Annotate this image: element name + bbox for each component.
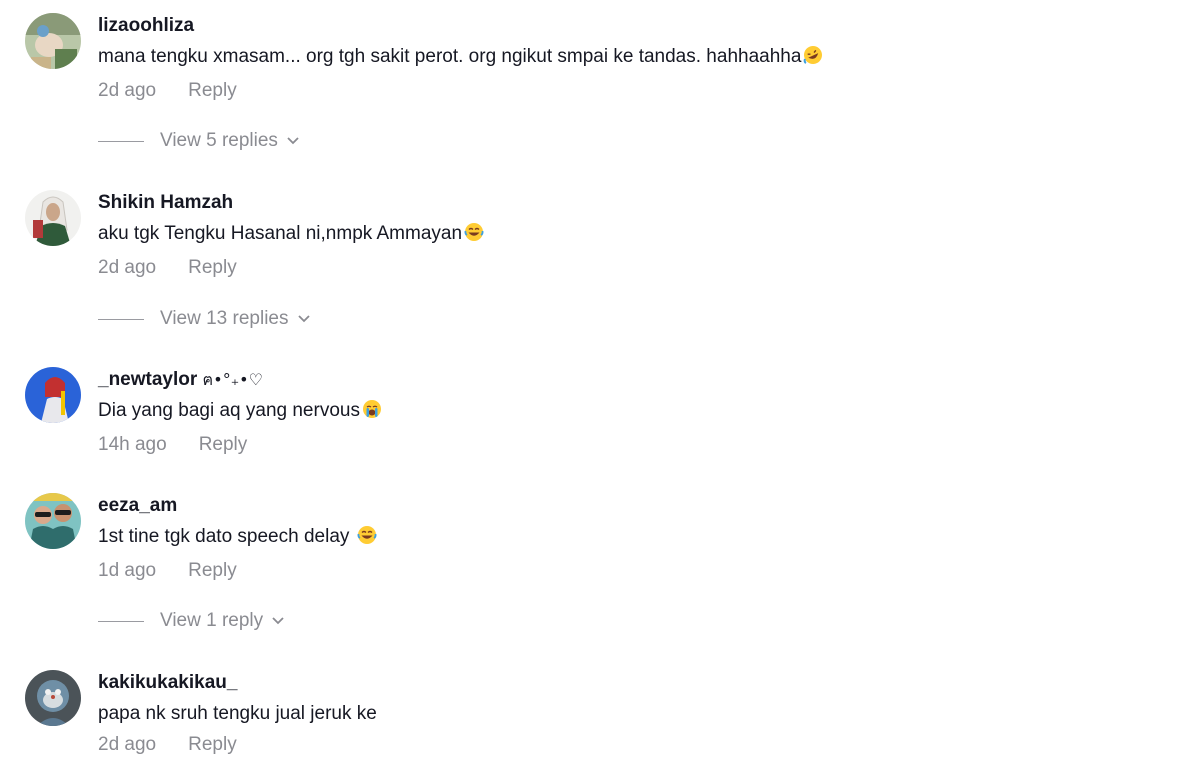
- comment-text-content: aku tgk Tengku Hasanal ni,nmpk Ammayan: [98, 223, 463, 244]
- divider-line: [98, 140, 144, 142]
- comment-username[interactable]: _newtaylor ฅ•°₊•♡: [98, 367, 1175, 393]
- view-replies-label: View 5 replies: [160, 130, 278, 151]
- comment-timestamp: 2d ago: [98, 257, 157, 278]
- chevron-down-icon: [297, 308, 311, 330]
- joy-emoji-icon: [464, 222, 484, 250]
- comment-text: mana tengku xmasam... org tgh sakit pero…: [98, 44, 1175, 73]
- username-text: _newtaylor: [98, 369, 198, 390]
- reply-button[interactable]: Reply: [199, 432, 248, 458]
- comment-username[interactable]: Shikin Hamzah: [98, 190, 1175, 216]
- comment-timestamp: 1d ago: [98, 560, 157, 581]
- comment-meta: 2d ago Reply: [98, 732, 1175, 758]
- view-replies-button[interactable]: View 1 reply: [98, 608, 285, 634]
- joy-emoji-icon: [357, 525, 377, 553]
- chevron-down-icon: [271, 610, 285, 632]
- divider-line: [98, 620, 144, 622]
- avatar[interactable]: [25, 493, 81, 549]
- comment-timestamp: 14h ago: [98, 434, 167, 455]
- avatar[interactable]: [25, 13, 81, 69]
- reply-button[interactable]: Reply: [188, 78, 237, 104]
- avatar[interactable]: [25, 190, 81, 246]
- view-replies-label: View 1 reply: [160, 610, 264, 631]
- comment-timestamp: 2d ago: [98, 734, 157, 755]
- comment-text: aku tgk Tengku Hasanal ni,nmpk Ammayan: [98, 221, 1175, 250]
- comment-text-content: 1st tine tgk dato speech delay: [98, 526, 355, 547]
- comment-meta: 2d ago Reply: [98, 78, 1175, 104]
- comment-text: Dia yang bagi aq yang nervous: [98, 398, 1175, 427]
- comment-meta: 14h ago Reply: [98, 432, 1175, 458]
- comment-timestamp: 2d ago: [98, 80, 157, 101]
- crying-emoji-icon: [362, 399, 382, 427]
- rofl-emoji-icon: [803, 45, 823, 73]
- comment-text-content: Dia yang bagi aq yang nervous: [98, 400, 360, 421]
- view-replies-button[interactable]: View 5 replies: [98, 128, 300, 154]
- username-decoration: ฅ•°₊•♡: [202, 370, 263, 389]
- comment-meta: 1d ago Reply: [98, 558, 1175, 584]
- comment-text: 1st tine tgk dato speech delay: [98, 524, 1175, 553]
- divider-line: [98, 318, 144, 320]
- view-replies-label: View 13 replies: [160, 308, 289, 329]
- comment-username[interactable]: eeza_am: [98, 493, 1175, 519]
- reply-button[interactable]: Reply: [188, 558, 237, 584]
- view-replies-button[interactable]: View 13 replies: [98, 306, 311, 332]
- comment-meta: 2d ago Reply: [98, 255, 1175, 281]
- comment-text-content: mana tengku xmasam... org tgh sakit pero…: [98, 46, 802, 67]
- comment-text: papa nk sruh tengku jual jeruk ke: [98, 703, 377, 724]
- reply-button[interactable]: Reply: [188, 255, 237, 281]
- chevron-down-icon: [286, 130, 300, 152]
- comment-username[interactable]: lizaoohliza: [98, 13, 1175, 39]
- reply-button[interactable]: Reply: [188, 732, 237, 758]
- comment-username[interactable]: kakikukakikau_: [98, 670, 1175, 696]
- avatar[interactable]: [25, 670, 81, 726]
- avatar[interactable]: [25, 367, 81, 423]
